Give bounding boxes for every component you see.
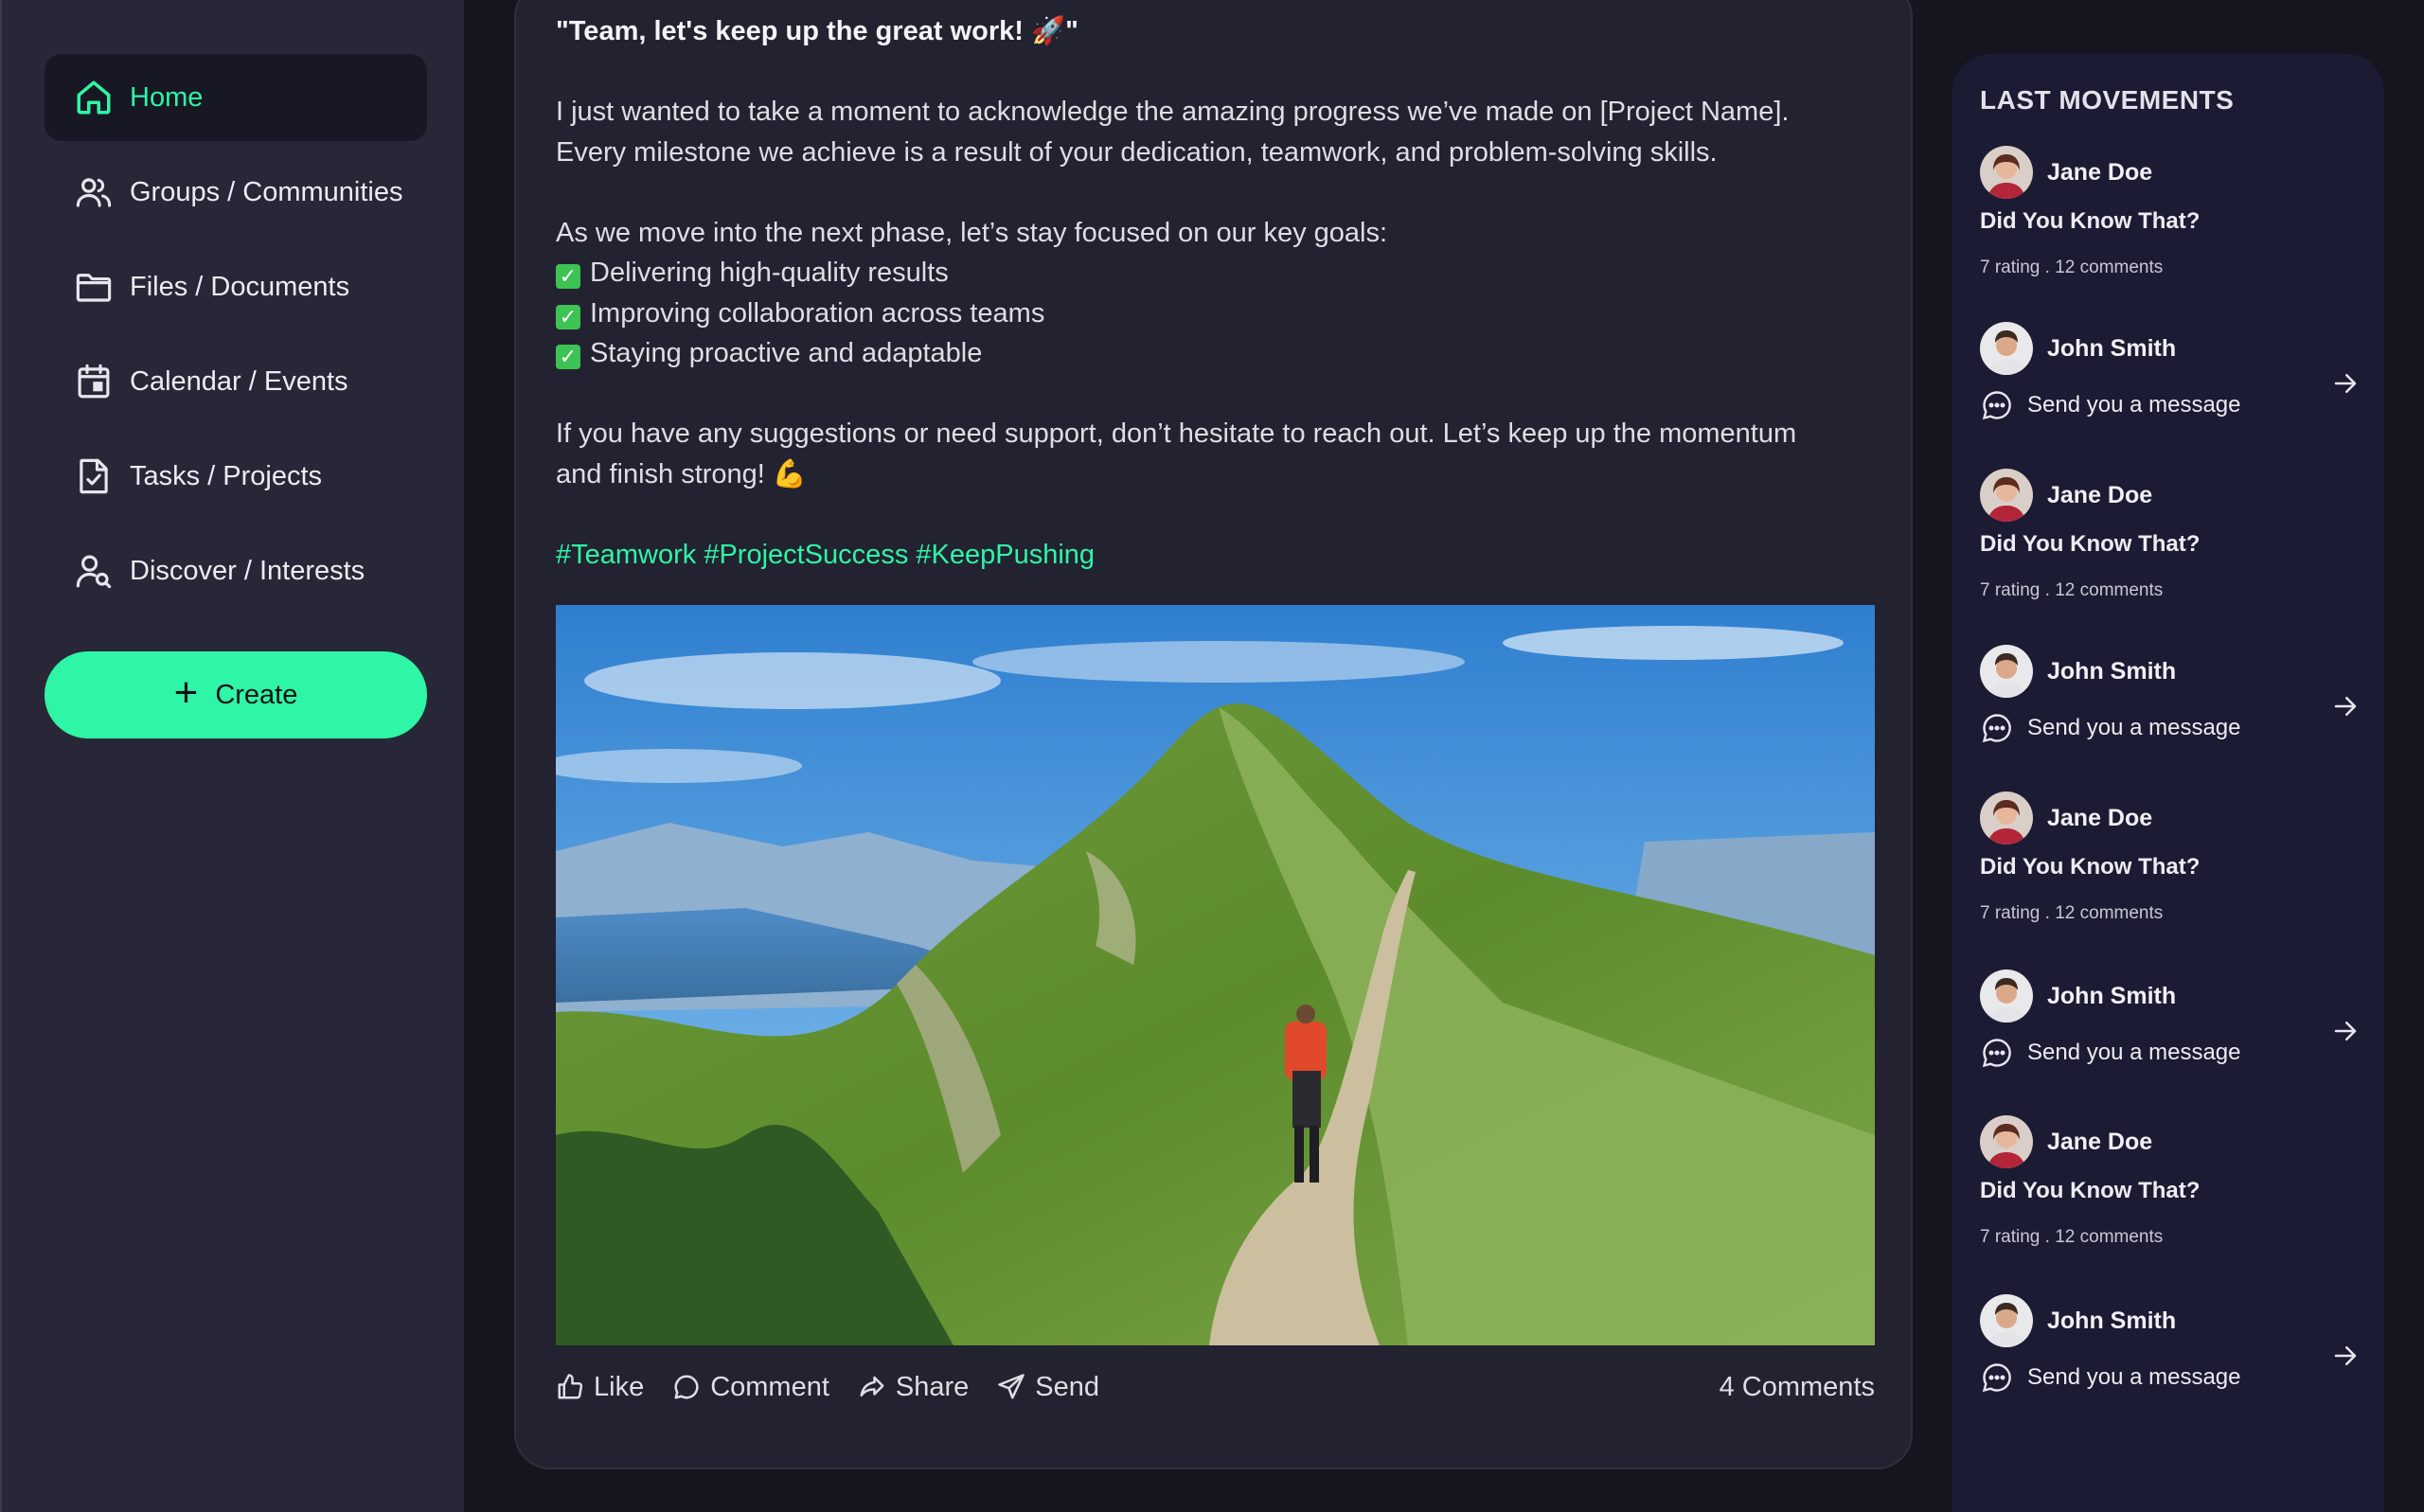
movement-meta: 7 rating . 12 comments [1980, 1227, 2164, 1247]
movement-user-name: John Smith [2047, 1307, 2177, 1334]
chat-bubble-icon [1982, 1363, 2011, 1393]
sidebar-item-label: Groups / Communities [130, 176, 403, 207]
chat-bubble-icon [1982, 391, 2011, 420]
sidebar-item-label: Discover / Interests [130, 555, 365, 586]
post-paragraph: I just wanted to take a moment to acknow… [556, 97, 1790, 127]
post-closing: If you have any suggestions or need supp… [556, 418, 1797, 449]
movement-user-name: Jane Doe [2047, 158, 2153, 186]
movement-user-name: John Smith [2047, 982, 2177, 1009]
checkmark-icon: ✓ [556, 345, 580, 369]
sidebar-item-calendar[interactable]: Calendar / Events [45, 338, 427, 425]
movement-user-name: Jane Doe [2047, 1128, 2153, 1155]
comment-button[interactable]: Comment [672, 1372, 829, 1403]
movement-message: Send you a message [1980, 711, 2240, 745]
checkmark-icon: ✓ [556, 264, 580, 289]
sidebar-item-groups[interactable]: Groups / Communities [45, 149, 427, 236]
goal-item: ✓ Delivering high-quality results [556, 253, 1881, 294]
folder-icon [73, 266, 115, 308]
avatar [1980, 322, 2033, 375]
send-button[interactable]: Send [997, 1372, 1099, 1403]
create-button-label: Create [215, 679, 298, 710]
movement-subtitle: Did You Know That? [1980, 208, 2201, 234]
chat-bubble-icon [1982, 1039, 2011, 1068]
comments-count[interactable]: 4 Comments [1720, 1372, 1875, 1403]
checkmark-icon: ✓ [556, 304, 580, 329]
movement-message-text: Send you a message [2027, 1364, 2241, 1390]
movement-meta: 7 rating . 12 comments [1980, 903, 2164, 923]
avatar [1980, 146, 2033, 199]
task-file-icon [73, 455, 115, 497]
panel-title: LAST MOVEMENTS [1980, 85, 2235, 115]
thumbs-up-icon [558, 1374, 583, 1399]
movement-message-text: Send you a message [2027, 392, 2241, 418]
movement-meta: 7 rating . 12 comments [1980, 258, 2164, 277]
movement-message-text: Send you a message [2027, 1040, 2241, 1065]
like-label: Like [594, 1371, 645, 1402]
avatar [1980, 645, 2033, 698]
sidebar-item-discover[interactable]: Discover / Interests [45, 527, 427, 614]
movement-message: Send you a message [1980, 1361, 2240, 1395]
share-icon [860, 1376, 884, 1396]
goals-intro: As we move into the next phase, let’s st… [556, 217, 1388, 248]
sidebar-item-home[interactable]: Home [45, 54, 427, 141]
avatar [1980, 1294, 2033, 1347]
like-button[interactable]: Like [556, 1372, 644, 1403]
goal-text: Staying proactive and adaptable [590, 338, 983, 368]
post-closing: and finish strong! 💪 [556, 458, 808, 489]
movement-meta: 7 rating . 12 comments [1980, 580, 2164, 600]
sidebar-item-label: Files / Documents [130, 271, 350, 302]
post-image [556, 605, 1875, 1345]
send-icon [998, 1374, 1025, 1399]
sidebar-item-label: Calendar / Events [130, 365, 348, 397]
arrow-right-icon[interactable] [2331, 1017, 2360, 1045]
goal-text: Delivering high-quality results [590, 258, 949, 288]
sidebar-item-tasks[interactable]: Tasks / Projects [45, 433, 427, 520]
sidebar-item-label: Tasks / Projects [130, 460, 323, 491]
goal-text: Improving collaboration across teams [590, 297, 1045, 329]
share-button[interactable]: Share [858, 1372, 969, 1403]
arrow-right-icon[interactable] [2331, 1342, 2360, 1370]
movement-user-name: Jane Doe [2047, 481, 2153, 508]
post-card: "Team, let's keep up the great work! 🚀" … [514, 0, 1913, 1469]
avatar [1980, 969, 2033, 1023]
movement-message-text: Send you a message [2027, 715, 2241, 740]
avatar [1980, 792, 2033, 845]
goal-item: ✓ Improving collaboration across teams [556, 294, 1881, 334]
sidebar-item-files[interactable]: Files / Documents [45, 243, 427, 330]
movement-user-name: John Smith [2047, 334, 2177, 362]
post-title: "Team, let's keep up the great work! 🚀" [556, 16, 1078, 46]
movement-message: Send you a message [1980, 1036, 2240, 1070]
movement-subtitle: Did You Know That? [1980, 1178, 2201, 1203]
arrow-right-icon[interactable] [2331, 692, 2360, 720]
last-movements-panel: LAST MOVEMENTS Jane Doe Did You Know Tha… [1952, 54, 2384, 1512]
post-paragraph: Every milestone we achieve is a result o… [556, 136, 1718, 168]
create-button[interactable]: + Create [45, 651, 427, 738]
chat-bubble-icon [1982, 714, 2011, 743]
post-actions: Like Comment Share Send 4 Comments [556, 1363, 1875, 1411]
comment-icon [674, 1375, 699, 1399]
movement-subtitle: Did You Know That? [1980, 854, 2201, 880]
avatar [1980, 469, 2033, 522]
goal-item: ✓ Staying proactive and adaptable [556, 333, 1881, 374]
post-body: "Team, let's keep up the great work! 🚀" … [556, 11, 1881, 575]
sidebar-item-label: Home [130, 81, 204, 113]
movement-user-name: John Smith [2047, 657, 2177, 685]
movement-message: Send you a message [1980, 388, 2240, 422]
users-icon [73, 171, 115, 213]
share-label: Share [895, 1371, 970, 1402]
home-icon [73, 77, 115, 118]
avatar [1980, 1115, 2033, 1168]
sidebar: Home Groups / Communities Files / Docume… [0, 0, 464, 1512]
movement-user-name: Jane Doe [2047, 804, 2153, 831]
send-label: Send [1035, 1371, 1100, 1402]
user-search-icon [73, 550, 115, 592]
post-hashtags[interactable]: #Teamwork #ProjectSuccess #KeepPushing [556, 535, 1881, 576]
calendar-icon [73, 361, 115, 402]
arrow-right-icon[interactable] [2331, 369, 2360, 398]
comment-label: Comment [710, 1371, 829, 1402]
plus-icon: + [173, 669, 199, 716]
movement-subtitle: Did You Know That? [1980, 531, 2201, 557]
